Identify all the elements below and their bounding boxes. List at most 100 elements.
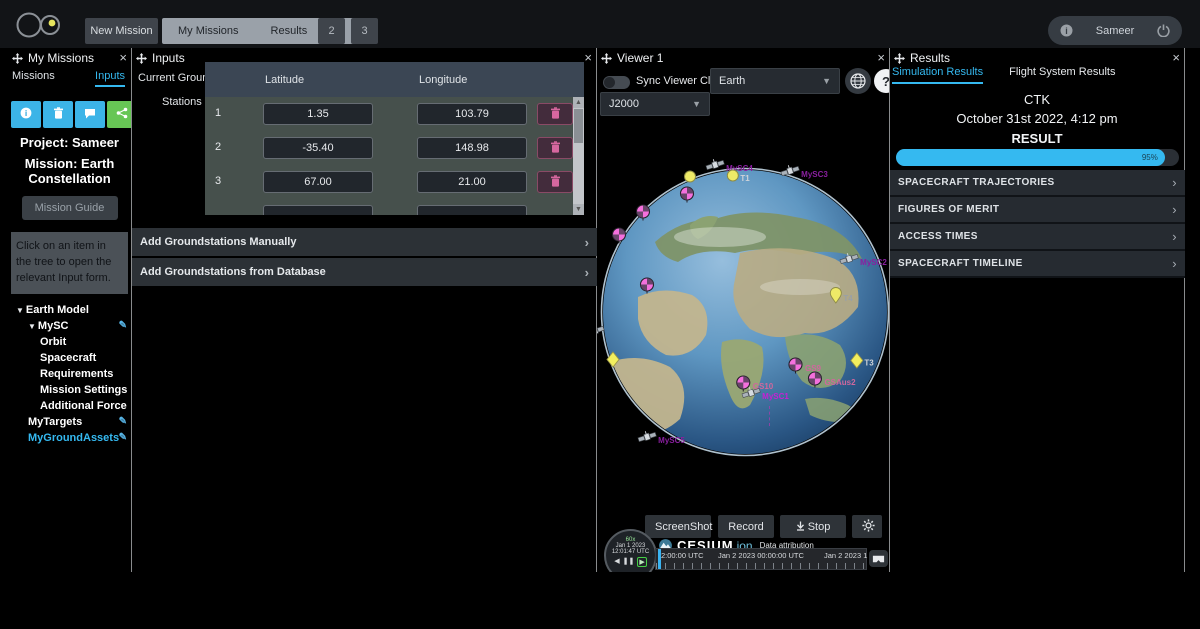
marker-t4[interactable]: T4 xyxy=(829,287,852,309)
latitude-input[interactable] xyxy=(263,205,373,215)
sat-icon xyxy=(597,324,605,344)
accordion-add-groundstations-from-database[interactable]: Add Groundstations from Database› xyxy=(132,258,597,286)
longitude-input[interactable] xyxy=(417,171,527,193)
marker-mysc2[interactable]: MySC2 xyxy=(839,252,887,272)
info-tool-button[interactable]: i xyxy=(11,101,41,128)
tree-item-mission-settings[interactable]: Mission Settings xyxy=(8,382,131,398)
table-header: Latitude Longitude xyxy=(205,62,584,97)
marker-dish[interactable] xyxy=(679,186,696,208)
edit-icon[interactable]: ✎ xyxy=(119,318,127,334)
chevron-right-icon: › xyxy=(585,235,589,250)
dish-icon xyxy=(611,227,628,249)
user-name: Sameer xyxy=(1096,25,1135,37)
result-item-spacecraft-timeline[interactable]: SPACECRAFT TIMELINE› xyxy=(890,251,1185,278)
tree-item-additional-force[interactable]: Additional Force xyxy=(8,398,131,414)
delete-station-button[interactable] xyxy=(537,103,573,125)
close-icon[interactable]: × xyxy=(1172,53,1180,63)
stop-button[interactable]: Stop xyxy=(780,515,846,538)
latitude-input[interactable] xyxy=(263,171,373,193)
tree-item-mygroundassets[interactable]: MyGroundAssets✎ xyxy=(8,430,131,446)
nav-results[interactable]: Results xyxy=(255,25,324,37)
result-label: RESULT xyxy=(890,131,1184,146)
sat-icon xyxy=(839,252,859,272)
longitude-input[interactable] xyxy=(417,137,527,159)
marker-mysc3[interactable]: MySC3 xyxy=(780,164,828,184)
play-icon[interactable]: ▶ xyxy=(637,557,646,567)
tree-hint: Click on an item in the tree to open the… xyxy=(11,232,128,294)
tree-item-orbit[interactable]: Orbit xyxy=(8,334,131,350)
latitude-input[interactable] xyxy=(263,103,373,125)
cesium-timeline[interactable]: 2:00:00 UTC Jan 2 2023 00:00:00 UTC Jan … xyxy=(655,548,867,570)
col-longitude: Longitude xyxy=(419,74,467,86)
progress-fill: 95% xyxy=(896,149,1165,166)
dish-icon xyxy=(679,186,696,208)
station-row: 2 xyxy=(205,131,584,165)
sat-icon xyxy=(637,430,657,450)
marker-diamond[interactable] xyxy=(607,352,620,373)
move-icon[interactable] xyxy=(136,53,147,64)
groundstations-table: Latitude Longitude 123 ▲ ▼ xyxy=(205,62,584,215)
step-back-icon[interactable]: ◀ xyxy=(614,557,619,567)
chat-tool-button[interactable] xyxy=(75,101,105,128)
marker-t1[interactable]: T1 xyxy=(726,169,749,187)
mission-label: Mission: Earth Constellation xyxy=(15,156,125,186)
col-latitude: Latitude xyxy=(265,74,304,86)
move-icon[interactable] xyxy=(894,53,905,64)
record-button[interactable]: Record xyxy=(718,515,774,538)
delete-station-button[interactable] xyxy=(537,137,573,159)
marker-dish[interactable] xyxy=(635,204,652,226)
marker-mysc1[interactable]: MySC1 xyxy=(741,386,789,406)
tree-item-requirements[interactable]: Requirements xyxy=(8,366,131,382)
move-icon[interactable] xyxy=(12,53,23,64)
viewer-settings-button[interactable] xyxy=(852,515,882,538)
close-icon[interactable]: × xyxy=(119,53,127,63)
tree-item-mysc[interactable]: ▼MySC✎ xyxy=(8,318,131,334)
trash-tool-button[interactable] xyxy=(43,101,73,128)
page-button-2[interactable]: 2 xyxy=(318,18,345,44)
table-scrollbar[interactable]: ▲ ▼ xyxy=(573,97,584,215)
edit-icon[interactable]: ✎ xyxy=(119,414,127,430)
latitude-input[interactable] xyxy=(263,137,373,159)
share-tool-button[interactable] xyxy=(107,101,132,128)
results-panel: Results × Simulation Results Flight Syst… xyxy=(890,48,1185,572)
mission-guide-button[interactable]: Mission Guide xyxy=(22,196,118,220)
delete-station-button[interactable] xyxy=(537,171,573,193)
tree-expand-icon[interactable]: ▼ xyxy=(28,322,36,331)
tab-simulation-results[interactable]: Simulation Results xyxy=(892,66,983,84)
tree-item-earth-model[interactable]: ▼Earth Model xyxy=(8,302,131,318)
marker-gsaus2[interactable]: GSAus2 xyxy=(806,371,855,393)
screenshot-button[interactable]: ScreenShot xyxy=(645,515,711,538)
tree-item-spacecraft[interactable]: Spacecraft xyxy=(8,350,131,366)
marker-mysc5[interactable]: MySC5 xyxy=(637,430,685,450)
pin-icon xyxy=(726,169,739,187)
result-item-figures-of-merit[interactable]: FIGURES OF MERIT› xyxy=(890,197,1185,224)
marker-sat[interactable] xyxy=(597,324,605,344)
pause-icon[interactable]: ❚❚ xyxy=(623,557,635,567)
new-mission-button[interactable]: New Mission xyxy=(85,18,158,44)
result-list: SPACECRAFT TRAJECTORIES›FIGURES OF MERIT… xyxy=(890,170,1185,278)
edit-icon[interactable]: ✎ xyxy=(119,430,127,446)
close-icon[interactable]: × xyxy=(584,53,592,63)
station-number: 1 xyxy=(215,107,221,119)
longitude-input[interactable] xyxy=(417,103,527,125)
dish-icon xyxy=(635,204,652,226)
tab-missions[interactable]: Missions xyxy=(12,70,55,87)
accordion-add-groundstations-manually[interactable]: Add Groundstations Manually› xyxy=(132,228,597,256)
marker-dish[interactable] xyxy=(639,277,656,299)
tool-button-row: i xyxy=(11,101,132,128)
info-icon[interactable]: i xyxy=(1060,24,1073,37)
power-icon[interactable] xyxy=(1157,24,1170,37)
page-button-3[interactable]: 3 xyxy=(351,18,378,44)
nav-my-missions[interactable]: My Missions xyxy=(162,25,255,37)
tab-flight-system-results[interactable]: Flight System Results xyxy=(1009,66,1115,84)
vr-mode-button[interactable] xyxy=(869,550,888,567)
tree-expand-icon[interactable]: ▼ xyxy=(16,306,24,315)
result-item-access-times[interactable]: ACCESS TIMES› xyxy=(890,224,1185,251)
marker-dish[interactable] xyxy=(611,227,628,249)
tab-inputs[interactable]: Inputs xyxy=(95,70,125,87)
longitude-input[interactable] xyxy=(417,205,527,215)
user-pill: i Sameer xyxy=(1048,16,1182,45)
result-item-spacecraft-trajectories[interactable]: SPACECRAFT TRAJECTORIES› xyxy=(890,170,1185,197)
trash-icon xyxy=(550,110,561,122)
tree-item-mytargets[interactable]: MyTargets✎ xyxy=(8,414,131,430)
